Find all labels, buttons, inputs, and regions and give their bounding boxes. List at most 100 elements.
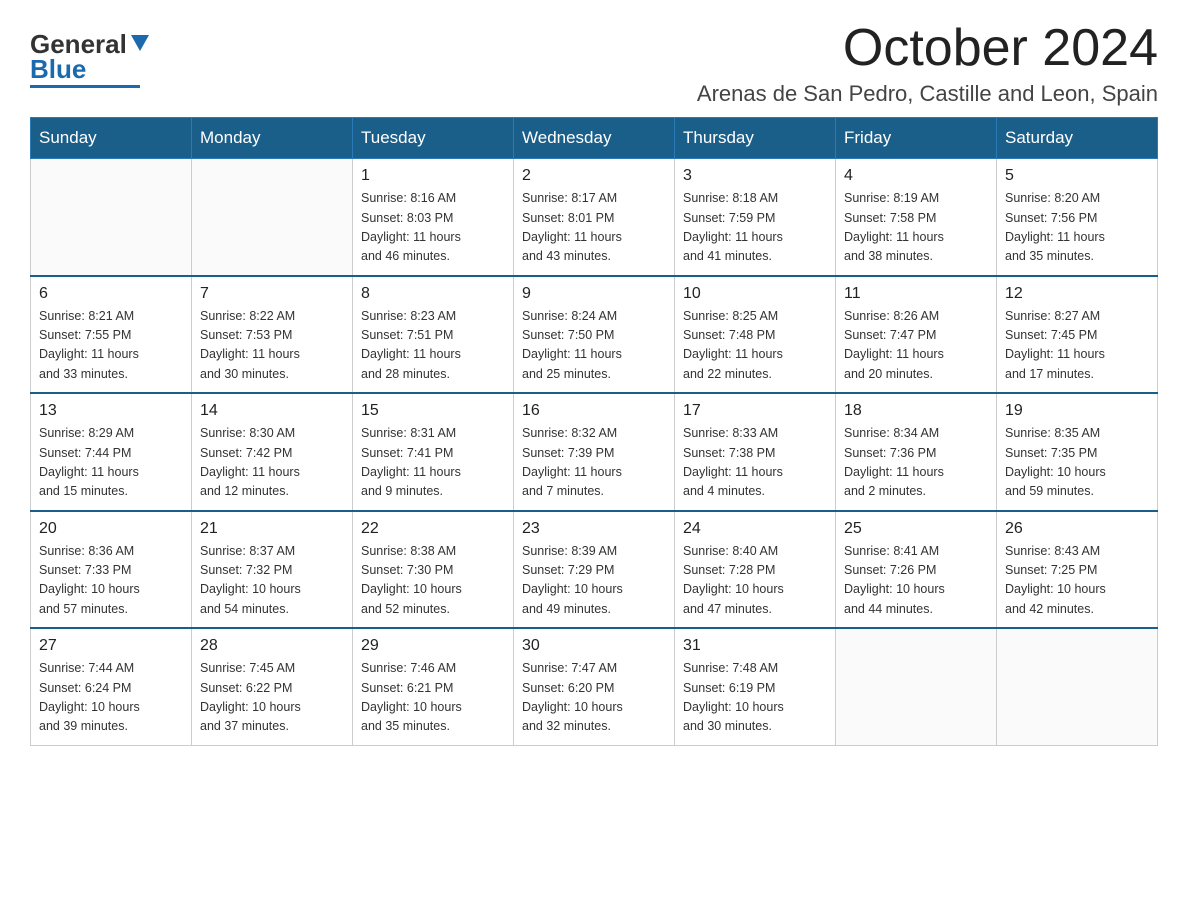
day-number: 5 bbox=[1005, 167, 1149, 185]
day-number: 8 bbox=[361, 285, 505, 303]
logo: General Blue bbox=[30, 30, 151, 88]
day-number: 26 bbox=[1005, 520, 1149, 538]
calendar-cell bbox=[997, 628, 1158, 745]
day-info: Sunrise: 8:23 AM Sunset: 7:51 PM Dayligh… bbox=[361, 307, 505, 385]
logo-text-blue: Blue bbox=[30, 55, 86, 84]
calendar-cell: 28Sunrise: 7:45 AM Sunset: 6:22 PM Dayli… bbox=[192, 628, 353, 745]
day-info: Sunrise: 8:27 AM Sunset: 7:45 PM Dayligh… bbox=[1005, 307, 1149, 385]
calendar-table: SundayMondayTuesdayWednesdayThursdayFrid… bbox=[30, 117, 1158, 746]
calendar-cell: 29Sunrise: 7:46 AM Sunset: 6:21 PM Dayli… bbox=[353, 628, 514, 745]
day-info: Sunrise: 8:37 AM Sunset: 7:32 PM Dayligh… bbox=[200, 542, 344, 620]
day-number: 24 bbox=[683, 520, 827, 538]
calendar-cell: 30 Sunrise: 7:47 AM Sunset: 6:20 PM Dayli… bbox=[514, 628, 675, 745]
day-info: Sunrise: 8:36 AM Sunset: 7:33 PM Dayligh… bbox=[39, 542, 183, 620]
day-info: Sunrise: 8:40 AM Sunset: 7:28 PM Dayligh… bbox=[683, 542, 827, 620]
day-number: 25 bbox=[844, 520, 988, 538]
page-header: General Blue October 2024 Arenas de San … bbox=[30, 20, 1158, 107]
calendar-header-row: SundayMondayTuesdayWednesdayThursdayFrid… bbox=[31, 118, 1158, 159]
day-info: Sunrise: 8:32 AM Sunset: 7:39 PM Dayligh… bbox=[522, 424, 666, 502]
day-info: Sunrise: 8:41 AM Sunset: 7:26 PM Dayligh… bbox=[844, 542, 988, 620]
day-info: Sunrise: 8:17 AM Sunset: 8:01 PM Dayligh… bbox=[522, 189, 666, 267]
day-number: 27 bbox=[39, 637, 183, 655]
day-number: 9 bbox=[522, 285, 666, 303]
calendar-header-friday: Friday bbox=[836, 118, 997, 159]
calendar-header-thursday: Thursday bbox=[675, 118, 836, 159]
day-info: Sunrise: 8:30 AM Sunset: 7:42 PM Dayligh… bbox=[200, 424, 344, 502]
day-info: Sunrise: 8:39 AM Sunset: 7:29 PM Dayligh… bbox=[522, 542, 666, 620]
day-info: Sunrise: 7:46 AM Sunset: 6:21 PM Dayligh… bbox=[361, 659, 505, 737]
day-number: 7 bbox=[200, 285, 344, 303]
day-number: 18 bbox=[844, 402, 988, 420]
calendar-cell: 15Sunrise: 8:31 AM Sunset: 7:41 PM Dayli… bbox=[353, 393, 514, 511]
day-info: Sunrise: 8:38 AM Sunset: 7:30 PM Dayligh… bbox=[361, 542, 505, 620]
calendar-cell: 6Sunrise: 8:21 AM Sunset: 7:55 PM Daylig… bbox=[31, 276, 192, 394]
day-info: Sunrise: 7:44 AM Sunset: 6:24 PM Dayligh… bbox=[39, 659, 183, 737]
day-number: 30 bbox=[522, 637, 666, 655]
day-number: 31 bbox=[683, 637, 827, 655]
day-number: 20 bbox=[39, 520, 183, 538]
calendar-week-row: 20 Sunrise: 8:36 AM Sunset: 7:33 PM Dayli… bbox=[31, 511, 1158, 629]
day-number: 15 bbox=[361, 402, 505, 420]
calendar-cell: 12 Sunrise: 8:27 AM Sunset: 7:45 PM Dayli… bbox=[997, 276, 1158, 394]
day-info: Sunrise: 7:45 AM Sunset: 6:22 PM Dayligh… bbox=[200, 659, 344, 737]
calendar-cell: 4Sunrise: 8:19 AM Sunset: 7:58 PM Daylig… bbox=[836, 159, 997, 276]
day-info: Sunrise: 8:19 AM Sunset: 7:58 PM Dayligh… bbox=[844, 189, 988, 267]
logo-arrow-icon bbox=[129, 31, 151, 53]
calendar-cell bbox=[836, 628, 997, 745]
day-info: Sunrise: 8:43 AM Sunset: 7:25 PM Dayligh… bbox=[1005, 542, 1149, 620]
calendar-header-tuesday: Tuesday bbox=[353, 118, 514, 159]
calendar-cell: 21 Sunrise: 8:37 AM Sunset: 7:32 PM Dayli… bbox=[192, 511, 353, 629]
calendar-cell: 2 Sunrise: 8:17 AM Sunset: 8:01 PM Daylig… bbox=[514, 159, 675, 276]
calendar-cell: 10 Sunrise: 8:25 AM Sunset: 7:48 PM Dayli… bbox=[675, 276, 836, 394]
calendar-cell: 31 Sunrise: 7:48 AM Sunset: 6:19 PM Dayli… bbox=[675, 628, 836, 745]
day-number: 1 bbox=[361, 167, 505, 185]
day-number: 13 bbox=[39, 402, 183, 420]
day-info: Sunrise: 8:25 AM Sunset: 7:48 PM Dayligh… bbox=[683, 307, 827, 385]
calendar-week-row: 6Sunrise: 8:21 AM Sunset: 7:55 PM Daylig… bbox=[31, 276, 1158, 394]
calendar-cell: 7 Sunrise: 8:22 AM Sunset: 7:53 PM Daylig… bbox=[192, 276, 353, 394]
calendar-cell: 17Sunrise: 8:33 AM Sunset: 7:38 PM Dayli… bbox=[675, 393, 836, 511]
calendar-cell: 9 Sunrise: 8:24 AM Sunset: 7:50 PM Daylig… bbox=[514, 276, 675, 394]
day-number: 10 bbox=[683, 285, 827, 303]
day-info: Sunrise: 8:20 AM Sunset: 7:56 PM Dayligh… bbox=[1005, 189, 1149, 267]
day-info: Sunrise: 7:48 AM Sunset: 6:19 PM Dayligh… bbox=[683, 659, 827, 737]
day-number: 16 bbox=[522, 402, 666, 420]
day-info: Sunrise: 8:16 AM Sunset: 8:03 PM Dayligh… bbox=[361, 189, 505, 267]
calendar-cell: 16 Sunrise: 8:32 AM Sunset: 7:39 PM Dayli… bbox=[514, 393, 675, 511]
calendar-header-sunday: Sunday bbox=[31, 118, 192, 159]
day-number: 11 bbox=[844, 285, 988, 303]
calendar-header-monday: Monday bbox=[192, 118, 353, 159]
calendar-cell: 8 Sunrise: 8:23 AM Sunset: 7:51 PM Daylig… bbox=[353, 276, 514, 394]
day-number: 22 bbox=[361, 520, 505, 538]
day-info: Sunrise: 8:34 AM Sunset: 7:36 PM Dayligh… bbox=[844, 424, 988, 502]
calendar-week-row: 13 Sunrise: 8:29 AM Sunset: 7:44 PM Dayli… bbox=[31, 393, 1158, 511]
calendar-cell: 27 Sunrise: 7:44 AM Sunset: 6:24 PM Dayli… bbox=[31, 628, 192, 745]
day-info: Sunrise: 8:29 AM Sunset: 7:44 PM Dayligh… bbox=[39, 424, 183, 502]
calendar-week-row: 1 Sunrise: 8:16 AM Sunset: 8:03 PM Daylig… bbox=[31, 159, 1158, 276]
calendar-header-saturday: Saturday bbox=[997, 118, 1158, 159]
calendar-cell: 24 Sunrise: 8:40 AM Sunset: 7:28 PM Dayli… bbox=[675, 511, 836, 629]
day-number: 21 bbox=[200, 520, 344, 538]
calendar-cell: 18 Sunrise: 8:34 AM Sunset: 7:36 PM Dayli… bbox=[836, 393, 997, 511]
day-info: Sunrise: 8:26 AM Sunset: 7:47 PM Dayligh… bbox=[844, 307, 988, 385]
title-section: October 2024 Arenas de San Pedro, Castil… bbox=[697, 20, 1158, 107]
calendar-cell: 22 Sunrise: 8:38 AM Sunset: 7:30 PM Dayli… bbox=[353, 511, 514, 629]
day-info: Sunrise: 8:22 AM Sunset: 7:53 PM Dayligh… bbox=[200, 307, 344, 385]
day-number: 2 bbox=[522, 167, 666, 185]
day-info: Sunrise: 8:18 AM Sunset: 7:59 PM Dayligh… bbox=[683, 189, 827, 267]
calendar-cell: 19Sunrise: 8:35 AM Sunset: 7:35 PM Dayli… bbox=[997, 393, 1158, 511]
location-title: Arenas de San Pedro, Castille and Leon, … bbox=[697, 81, 1158, 107]
calendar-cell: 13 Sunrise: 8:29 AM Sunset: 7:44 PM Dayli… bbox=[31, 393, 192, 511]
day-number: 23 bbox=[522, 520, 666, 538]
calendar-cell bbox=[31, 159, 192, 276]
day-info: Sunrise: 7:47 AM Sunset: 6:20 PM Dayligh… bbox=[522, 659, 666, 737]
day-number: 17 bbox=[683, 402, 827, 420]
day-number: 12 bbox=[1005, 285, 1149, 303]
day-info: Sunrise: 8:35 AM Sunset: 7:35 PM Dayligh… bbox=[1005, 424, 1149, 502]
calendar-cell: 26 Sunrise: 8:43 AM Sunset: 7:25 PM Dayli… bbox=[997, 511, 1158, 629]
day-info: Sunrise: 8:24 AM Sunset: 7:50 PM Dayligh… bbox=[522, 307, 666, 385]
month-title: October 2024 bbox=[697, 20, 1158, 77]
logo-underline bbox=[30, 85, 140, 88]
day-number: 6 bbox=[39, 285, 183, 303]
calendar-cell: 14Sunrise: 8:30 AM Sunset: 7:42 PM Dayli… bbox=[192, 393, 353, 511]
